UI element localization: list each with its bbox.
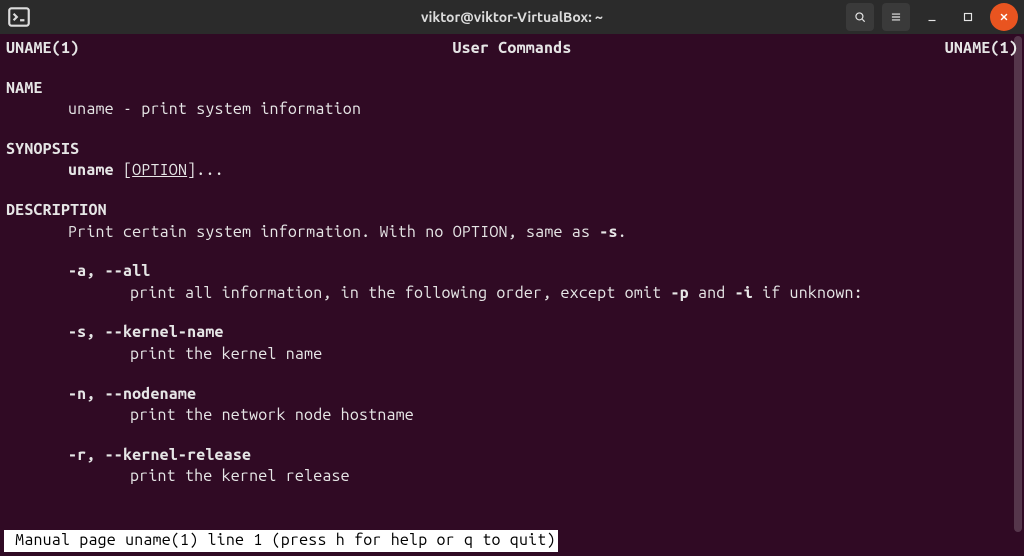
search-icon — [853, 10, 867, 24]
option-desc: print all information, in the following … — [68, 283, 1018, 305]
menu-button[interactable] — [882, 3, 910, 31]
section-synopsis-text: uname [OPTION]... — [6, 160, 1018, 182]
titlebar[interactable]: viktor@viktor-VirtualBox: ~ — [0, 0, 1024, 34]
minimize-icon — [925, 10, 939, 24]
scrollbar-thumb[interactable] — [1014, 36, 1022, 532]
synopsis-cmd: uname — [68, 161, 114, 179]
option-a: -a, --all print all information, in the … — [6, 261, 1018, 304]
section-name-text: uname - print system information — [6, 99, 1018, 121]
section-name-heading: NAME — [6, 78, 1018, 100]
titlebar-controls — [846, 3, 1018, 31]
hamburger-icon — [889, 10, 903, 24]
man-status-line: Manual page uname(1) line 1 (press h for… — [4, 530, 558, 552]
maximize-icon — [961, 10, 975, 24]
scrollbar[interactable] — [1012, 36, 1022, 532]
section-synopsis-heading: SYNOPSIS — [6, 139, 1018, 161]
maximize-button[interactable] — [954, 3, 982, 31]
option-n: -n, --nodename print the network node ho… — [6, 384, 1018, 427]
minimize-button[interactable] — [918, 3, 946, 31]
close-button[interactable] — [990, 3, 1018, 31]
man-header-left: UNAME(1) — [6, 38, 79, 60]
option-flags: -n, --nodename — [68, 384, 1018, 406]
option-desc: print the kernel release — [68, 466, 1018, 488]
option-desc: print the kernel name — [68, 344, 1018, 366]
synopsis-arg: OPTION — [132, 161, 187, 179]
terminal-viewport[interactable]: UNAME(1) User Commands UNAME(1) NAME una… — [0, 34, 1024, 556]
option-flags: -a, --all — [68, 261, 1018, 283]
option-desc: print the network node hostname — [68, 405, 1018, 427]
man-header: UNAME(1) User Commands UNAME(1) — [6, 38, 1018, 60]
option-s: -s, --kernel-name print the kernel name — [6, 322, 1018, 365]
terminal-window: viktor@viktor-VirtualBox: ~ — [0, 0, 1024, 556]
option-r: -r, --kernel-release print the kernel re… — [6, 445, 1018, 488]
option-flags: -r, --kernel-release — [68, 445, 1018, 467]
section-description-heading: DESCRIPTION — [6, 200, 1018, 222]
terminal-icon — [6, 4, 32, 30]
option-flags: -s, --kernel-name — [68, 322, 1018, 344]
man-header-right: UNAME(1) — [945, 38, 1018, 60]
description-intro: Print certain system information. With n… — [6, 222, 1018, 244]
synopsis-suffix: ]... — [187, 161, 224, 179]
close-icon — [997, 10, 1011, 24]
man-header-center: User Commands — [452, 38, 571, 60]
search-button[interactable] — [846, 3, 874, 31]
